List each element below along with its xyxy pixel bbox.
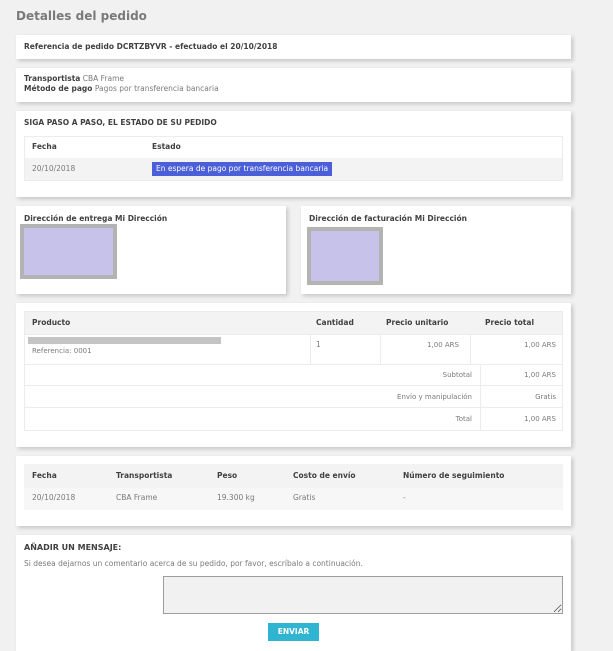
shipping-handling-value: Gratis — [535, 393, 556, 401]
status-col-state: Estado — [152, 142, 181, 151]
delivery-address-card: Dirección de entrega Mi Dirección — [16, 206, 286, 294]
carrier-line: Transportista CBA Frame — [24, 74, 124, 84]
payment-label: Método de pago — [24, 84, 93, 93]
status-col-date: Fecha — [32, 142, 57, 151]
subtotal-value: 1,00 ARS — [524, 371, 556, 379]
shipments-col-cost: Costo de envío — [293, 471, 356, 480]
shipping-payment-card: Transportista CBA Frame Método de pago P… — [16, 68, 571, 102]
total-value: 1,00 ARS — [524, 415, 556, 423]
products-col-product: Producto — [32, 318, 71, 327]
product-quantity: 1 — [316, 340, 321, 349]
subtotal-sep — [480, 364, 481, 431]
order-reference-card: Referencia de pedido DCRTZBYVR - efectua… — [16, 35, 571, 59]
products-header-row — [25, 312, 562, 334]
products-col-sep-3 — [470, 334, 471, 364]
billing-address-redacted — [307, 227, 383, 285]
products-divider-3 — [25, 385, 562, 386]
products-col-sep-2 — [380, 334, 381, 364]
product-reference: Referencia: 0001 — [32, 347, 92, 355]
delivery-address-redacted — [20, 224, 117, 279]
carrier-label: Transportista — [24, 74, 81, 83]
shipments-col-tracking: Número de seguimiento — [403, 471, 505, 480]
products-col-sep-1 — [310, 334, 311, 364]
shipment-weight: 19.300 kg — [217, 493, 255, 502]
shipment-date: 20/10/2018 — [32, 493, 76, 502]
message-heading: AÑADIR UN MENSAJE: — [24, 543, 122, 552]
shipment-tracking: - — [403, 493, 406, 502]
products-col-unit-price: Precio unitario — [386, 318, 449, 327]
status-heading: SIGA PASO A PASO, EL ESTADO DE SU PEDIDO — [24, 118, 217, 127]
product-name-redacted — [28, 337, 221, 344]
products-col-total-price: Precio total — [485, 318, 535, 327]
shipments-card: Fecha Transportista Peso Costo de envío … — [16, 456, 571, 526]
status-row-date: 20/10/2018 — [32, 164, 76, 173]
message-description: Si desea dejarnos un comentario acerca d… — [24, 559, 363, 568]
order-status-card: SIGA PASO A PASO, EL ESTADO DE SU PEDIDO… — [16, 111, 571, 197]
shipments-col-carrier: Transportista — [116, 471, 173, 480]
shipment-carrier: CBA Frame — [116, 493, 158, 502]
billing-address-card: Dirección de facturación Mi Dirección — [301, 206, 571, 294]
products-col-quantity: Cantidad — [316, 318, 354, 327]
products-card: Producto Cantidad Precio unitario Precio… — [16, 303, 571, 447]
products-divider-4 — [25, 407, 562, 408]
total-label: Total — [455, 415, 472, 423]
shipping-handling-label: Envío y manipulación — [397, 393, 472, 401]
products-divider-2 — [25, 364, 562, 365]
send-button[interactable]: ENVIAR — [268, 623, 319, 641]
subtotal-label: Subtotal — [442, 371, 472, 379]
page-title: Detalles del pedido — [16, 9, 147, 23]
payment-value: Pagos por transferencia bancaria — [94, 84, 219, 93]
shipments-col-date: Fecha — [32, 471, 57, 480]
payment-line: Método de pago Pagos por transferencia b… — [24, 84, 219, 94]
product-unit-price: 1,00 ARS — [427, 341, 459, 349]
order-reference-text: Referencia de pedido DCRTZBYVR - efectua… — [24, 42, 278, 51]
billing-address-heading: Dirección de facturación Mi Dirección — [309, 214, 467, 223]
delivery-address-heading: Dirección de entrega Mi Dirección — [24, 214, 168, 223]
shipment-cost: Gratis — [293, 493, 316, 502]
shipments-col-weight: Peso — [217, 471, 238, 480]
products-divider — [25, 334, 562, 335]
product-total-price: 1,00 ARS — [524, 341, 556, 349]
status-badge: En espera de pago por transferencia banc… — [152, 162, 333, 176]
message-textarea[interactable] — [163, 576, 563, 614]
message-card: AÑADIR UN MENSAJE: Si desea dejarnos un … — [16, 535, 571, 651]
carrier-value: CBA Frame — [82, 74, 124, 83]
